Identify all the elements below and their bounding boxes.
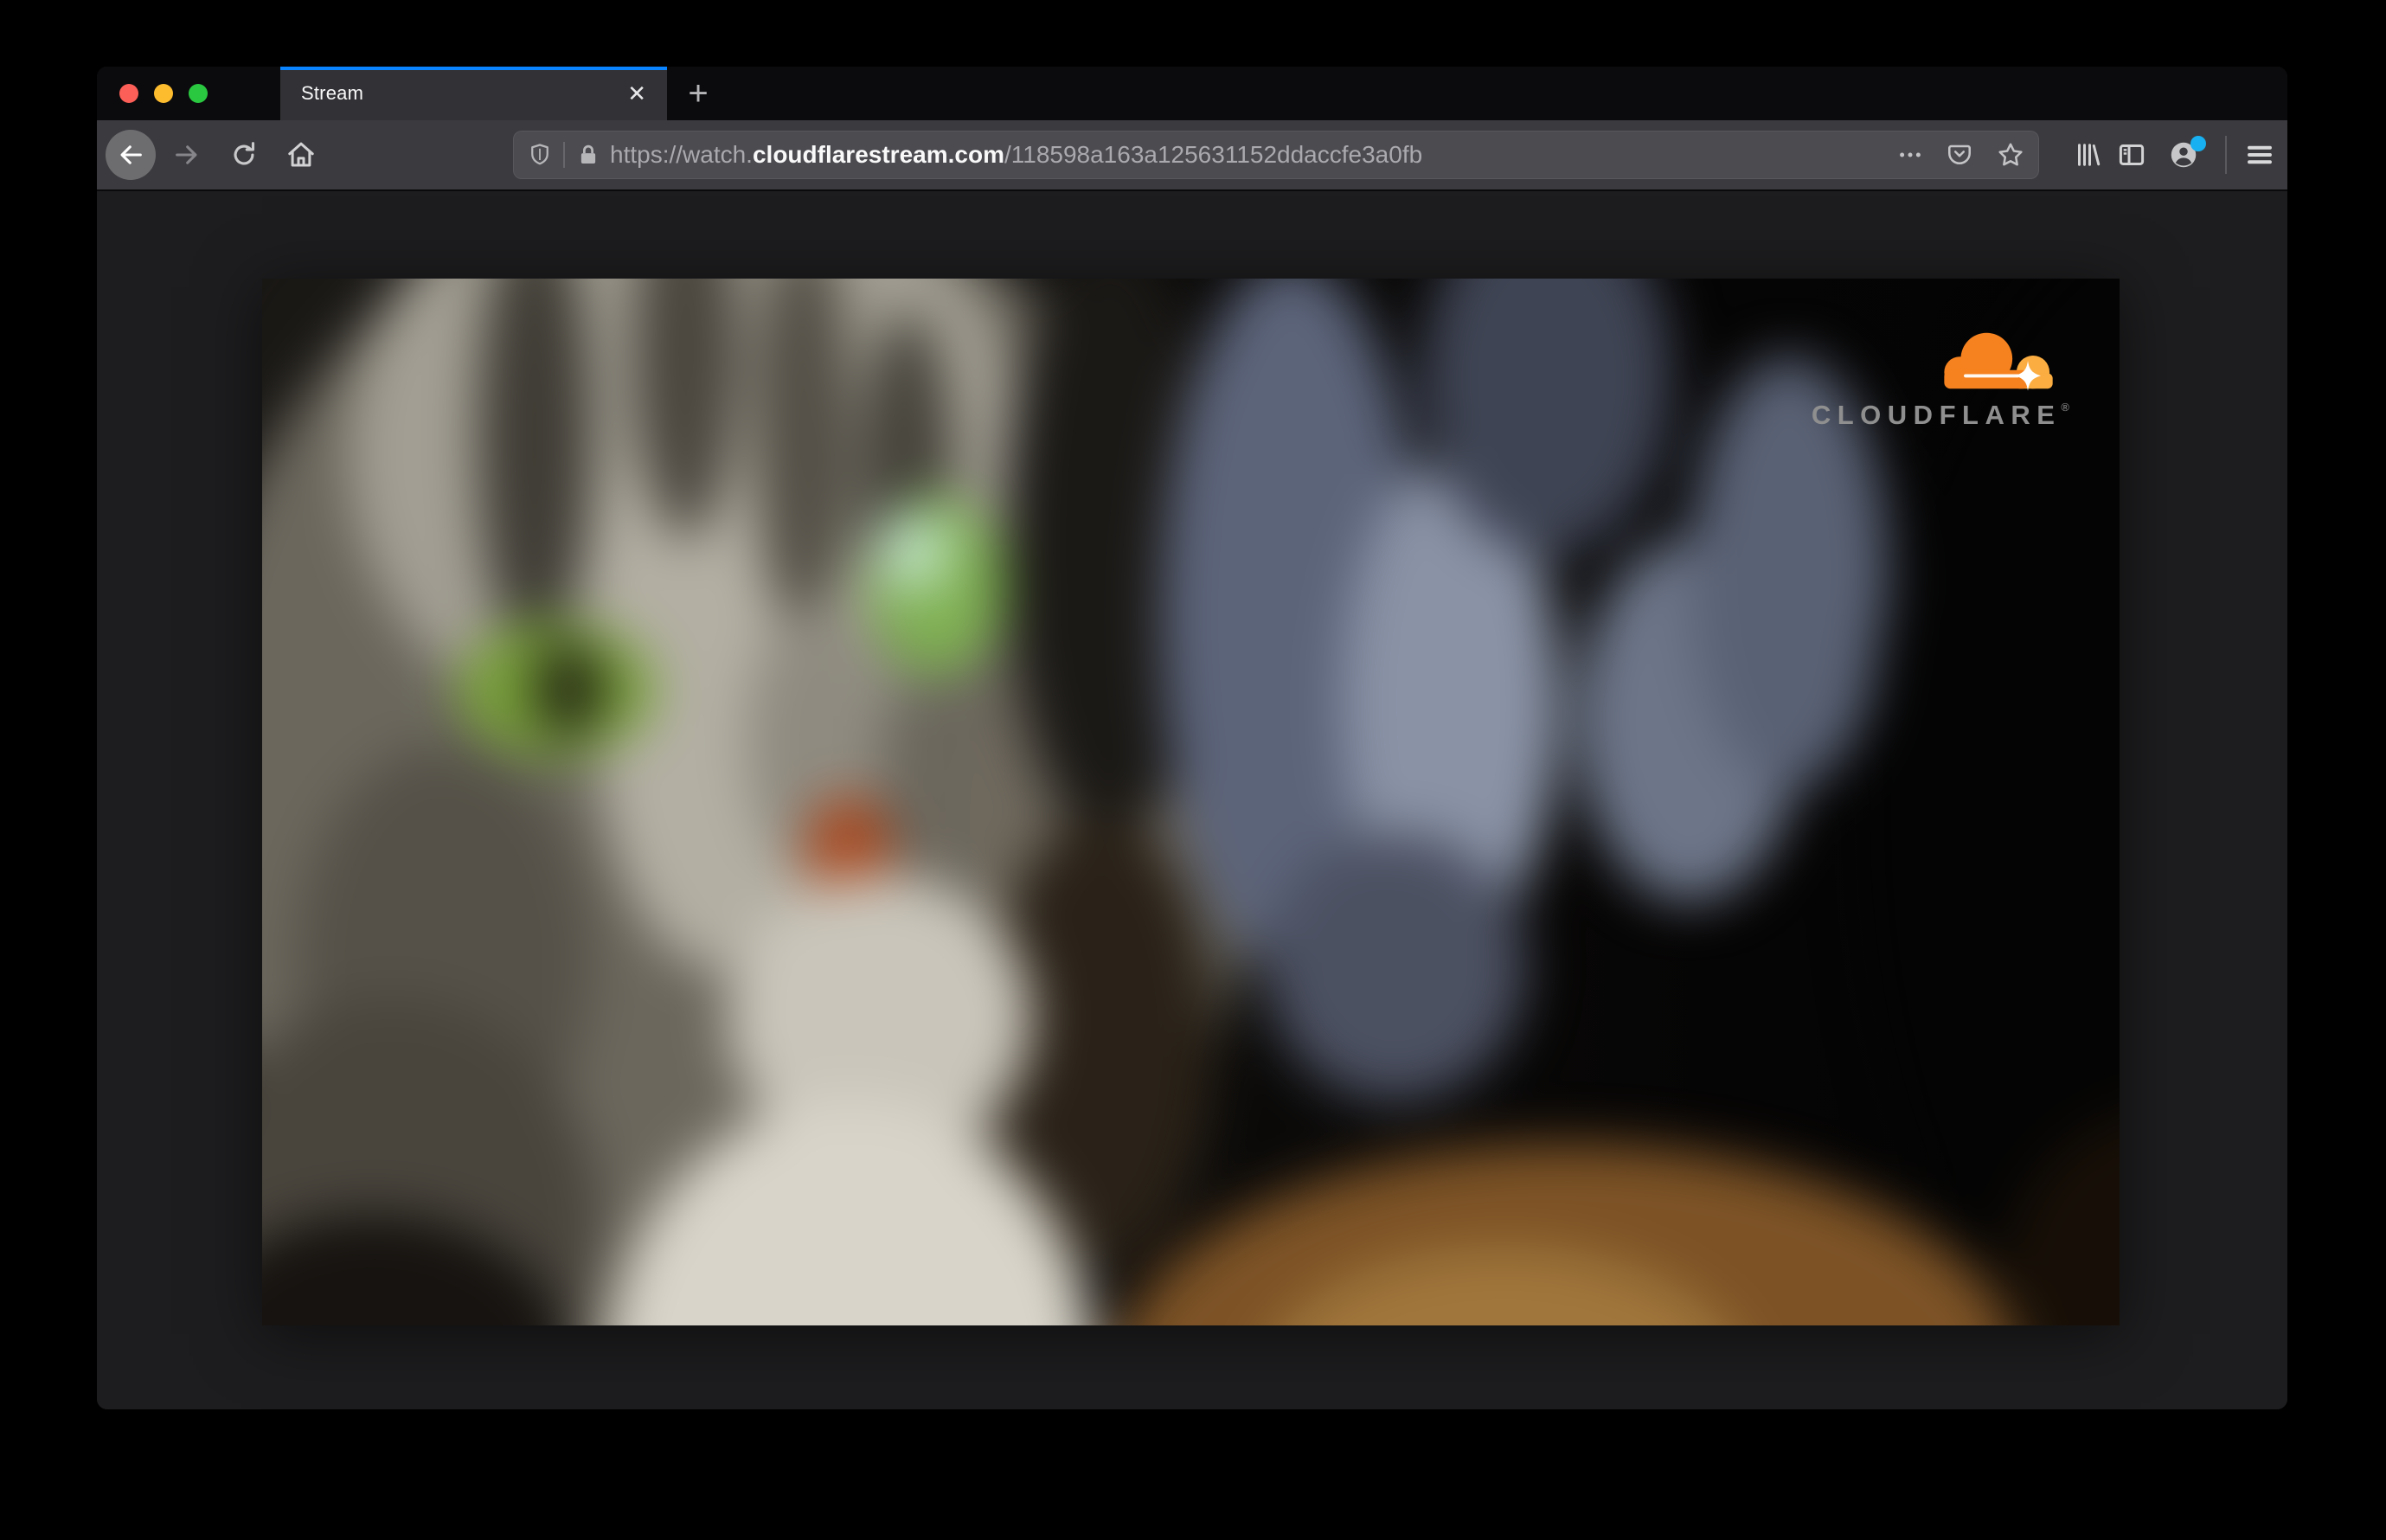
desktop-background: Stream ✕ + https://watch.cloudflarestrea…	[0, 0, 2386, 1540]
video-blob	[1266, 832, 1525, 1100]
video-blur-layer	[262, 279, 2120, 1325]
url-bar-security	[513, 142, 601, 168]
home-button[interactable]	[277, 131, 325, 179]
library-button[interactable]	[2073, 139, 2104, 170]
url-text: https://watch.cloudflarestream.com/11859…	[610, 141, 1897, 169]
sidebar-icon	[2116, 139, 2147, 170]
navigation-toolbar: https://watch.cloudflarestream.com/11859…	[97, 120, 2287, 191]
cloudflare-cloud-icon	[1933, 329, 2069, 393]
minimize-window-icon[interactable]	[154, 84, 173, 103]
close-window-icon[interactable]	[119, 84, 138, 103]
forward-button[interactable]	[163, 131, 211, 179]
lock-icon[interactable]	[575, 142, 601, 168]
url-bar-actions	[1897, 140, 2039, 170]
tracking-shield-icon[interactable]	[527, 142, 553, 168]
reload-button[interactable]	[220, 131, 268, 179]
video-player[interactable]: CLOUDFLARE®	[262, 279, 2120, 1325]
url-prefix: https://watch.	[610, 141, 753, 168]
back-button[interactable]	[106, 130, 156, 180]
tab-stream[interactable]: Stream ✕	[280, 67, 667, 120]
new-tab-button[interactable]: +	[678, 74, 718, 113]
window-controls	[119, 84, 208, 103]
close-tab-icon[interactable]: ✕	[624, 79, 650, 108]
page-content: CLOUDFLARE®	[97, 191, 2287, 1409]
video-blob	[878, 510, 949, 593]
video-watermark: CLOUDFLARE®	[1812, 329, 2069, 428]
new-tab-icon: +	[688, 74, 709, 112]
home-icon	[285, 139, 317, 170]
cloudflare-wordmark: CLOUDFLARE®	[1811, 400, 2069, 430]
tab-bar: Stream ✕ +	[97, 67, 2287, 120]
reload-icon	[229, 140, 259, 170]
notification-dot	[2190, 136, 2206, 151]
trademark-symbol: ®	[2061, 401, 2069, 414]
tab-title: Stream	[301, 82, 364, 104]
url-separator	[563, 142, 565, 168]
browser-window: Stream ✕ + https://watch.cloudflarestrea…	[97, 67, 2287, 1409]
library-icon	[2073, 139, 2104, 170]
zoom-window-icon[interactable]	[189, 84, 208, 103]
menu-button[interactable]	[2244, 139, 2275, 170]
sidebar-button[interactable]	[2116, 139, 2147, 170]
page-actions-icon[interactable]	[1897, 142, 1923, 168]
back-icon	[116, 140, 145, 170]
url-domain: cloudflarestream.com	[752, 141, 1004, 168]
toolbar-right-icons	[2073, 120, 2275, 189]
url-bar[interactable]: https://watch.cloudflarestream.com/11859…	[513, 131, 2039, 179]
toolbar-separator	[2225, 136, 2227, 174]
bookmark-star-icon[interactable]	[1996, 140, 2025, 170]
account-button[interactable]	[2159, 131, 2208, 179]
menu-icon	[2244, 139, 2275, 170]
video-blob	[530, 642, 608, 737]
url-path: /118598a163a125631152ddaccfe3a0fb	[1004, 141, 1423, 168]
forward-icon	[172, 140, 202, 170]
pocket-icon[interactable]	[1946, 141, 1973, 169]
